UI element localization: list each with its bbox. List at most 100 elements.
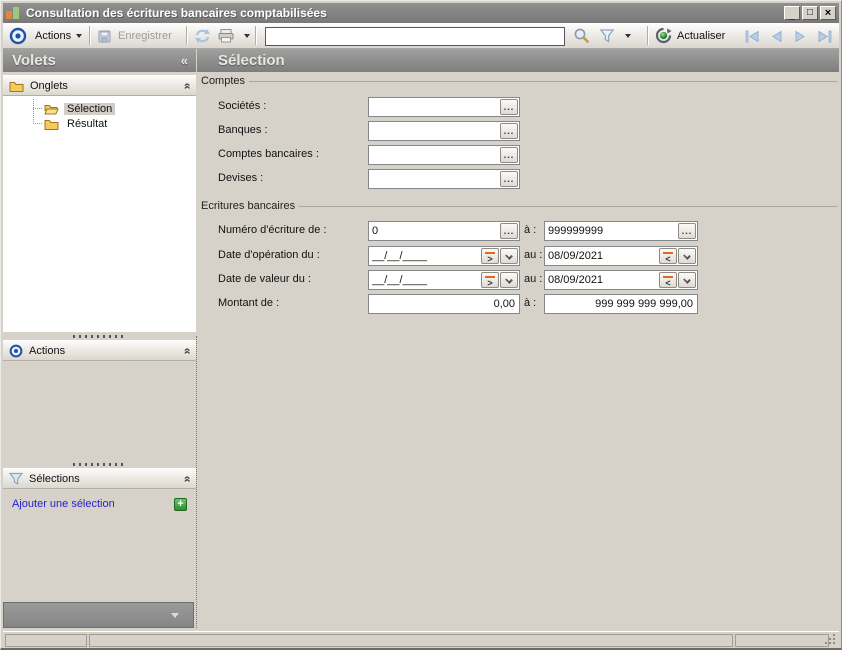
status-bar — [3, 631, 839, 648]
montant-a-input[interactable] — [545, 295, 697, 313]
range-to-label: à : — [524, 224, 536, 236]
first-record-button[interactable] — [744, 28, 761, 44]
maximize-button[interactable]: □ — [802, 6, 818, 20]
target-icon — [9, 344, 23, 358]
date-operation-du-field: > — [368, 246, 520, 266]
devises-field: ... — [368, 169, 520, 189]
numero-a-input[interactable] — [545, 222, 697, 240]
previous-record-button[interactable] — [768, 28, 785, 44]
resize-grip[interactable] — [833, 642, 835, 644]
toolbar-separator — [255, 26, 256, 45]
field-row-societes: Sociétés : ... — [1, 97, 841, 117]
actions-menu-label: Actions — [35, 30, 71, 42]
field-label: Date d'opération du : — [218, 249, 320, 261]
close-button[interactable]: × — [820, 6, 836, 20]
save-label: Enregistrer — [118, 30, 172, 42]
toolbar: Actions Enregistrer — [3, 23, 839, 49]
collapse-section-icon[interactable]: » — [180, 82, 194, 89]
lookup-button[interactable]: ... — [500, 99, 518, 115]
lookup-button[interactable]: ... — [678, 223, 696, 239]
field-label: Montant de : — [218, 297, 279, 309]
field-row-comptes-bancaires: Comptes bancaires : ... — [1, 145, 841, 165]
calendar-dropdown-button[interactable] — [678, 248, 696, 264]
status-cell — [5, 634, 87, 647]
calendar-dropdown-button[interactable] — [500, 248, 518, 264]
refresh-icon — [194, 28, 211, 44]
save-button[interactable]: Enregistrer — [97, 23, 172, 48]
actions-section-header[interactable]: Actions » — [3, 340, 196, 361]
status-cell — [89, 634, 733, 647]
onglets-label: Onglets — [30, 80, 68, 92]
lookup-button[interactable]: ... — [500, 223, 518, 239]
funnel-icon — [599, 28, 615, 44]
onglets-section-header[interactable]: Onglets » — [3, 75, 196, 96]
vertical-splitter[interactable] — [196, 336, 197, 628]
actions-section-label: Actions — [29, 345, 65, 357]
field-label: Sociétés : — [218, 100, 266, 112]
refresh-data-button[interactable]: Actualiser — [655, 23, 725, 48]
selections-section-header[interactable]: Sélections » — [3, 468, 196, 489]
societes-field: ... — [368, 97, 520, 117]
chevron-down-icon[interactable] — [244, 34, 250, 38]
search-button[interactable] — [573, 23, 590, 48]
numero-de-input[interactable] — [369, 222, 519, 240]
field-label: Date de valeur du : — [218, 273, 311, 285]
toolbar-separator — [647, 26, 648, 45]
lookup-button[interactable]: ... — [500, 123, 518, 139]
print-button[interactable] — [217, 23, 250, 48]
horizontal-splitter[interactable] — [3, 460, 196, 468]
calendar-dropdown-button[interactable] — [678, 272, 696, 288]
devises-input[interactable] — [369, 170, 519, 188]
field-label: Numéro d'écriture de : — [218, 224, 326, 236]
actions-menu-button[interactable]: Actions — [35, 23, 82, 48]
sidebar-bottom-bar[interactable] — [3, 602, 194, 628]
refresh-button[interactable] — [194, 23, 211, 48]
selections-section-label: Sélections — [29, 473, 80, 485]
next-record-button[interactable] — [792, 28, 809, 44]
set-today-button[interactable]: < — [659, 272, 677, 288]
volets-panel-header: Volets « — [3, 49, 196, 72]
lookup-button[interactable]: ... — [500, 147, 518, 163]
range-au-label: au : — [524, 273, 542, 285]
set-today-button[interactable]: < — [659, 248, 677, 264]
collapse-section-icon[interactable]: » — [180, 347, 194, 354]
collapse-panel-button[interactable]: « — [181, 53, 188, 68]
numero-de-field: ... — [368, 221, 520, 241]
field-row-date-operation: Date d'opération du : > au : < — [1, 246, 841, 266]
add-icon[interactable]: + — [174, 498, 187, 511]
last-record-button[interactable] — [816, 28, 833, 44]
set-today-button[interactable]: > — [481, 248, 499, 264]
minimize-button[interactable]: _ — [784, 6, 800, 20]
volets-title: Volets — [12, 52, 56, 69]
toolbar-separator — [186, 26, 187, 45]
field-label: Comptes bancaires : — [218, 148, 319, 160]
field-row-devises: Devises : ... — [1, 169, 841, 189]
search-input[interactable] — [265, 27, 565, 46]
titlebar: Consultation des écritures bancaires com… — [3, 3, 839, 23]
banques-input[interactable] — [369, 122, 519, 140]
comptes-bancaires-input[interactable] — [369, 146, 519, 164]
comptes-bancaires-field: ... — [368, 145, 520, 165]
filter-button[interactable] — [599, 23, 615, 48]
horizontal-splitter[interactable] — [3, 332, 196, 340]
field-row-banques: Banques : ... — [1, 121, 841, 141]
ecritures-group-title: Ecritures bancaires — [201, 200, 837, 212]
societes-input[interactable] — [369, 98, 519, 116]
montant-a-field — [544, 294, 698, 314]
field-row-numero: Numéro d'écriture de : ... à : ... — [1, 221, 841, 241]
comptes-group-title: Comptes — [201, 75, 837, 87]
lookup-button[interactable]: ... — [500, 171, 518, 187]
calendar-dropdown-button[interactable] — [500, 272, 518, 288]
date-valeur-au-field: < — [544, 270, 698, 290]
folder-icon — [9, 80, 24, 92]
funnel-icon — [9, 472, 23, 485]
selection-page-header: Sélection — [197, 49, 839, 72]
add-selection-link[interactable]: Ajouter une sélection — [12, 498, 115, 510]
banques-field: ... — [368, 121, 520, 141]
montant-de-input[interactable] — [369, 295, 519, 313]
group-divider — [249, 81, 837, 82]
range-to-label: à : — [524, 297, 536, 309]
set-today-button[interactable]: > — [481, 272, 499, 288]
filter-options-button[interactable] — [625, 23, 631, 48]
collapse-section-icon[interactable]: » — [180, 475, 194, 482]
